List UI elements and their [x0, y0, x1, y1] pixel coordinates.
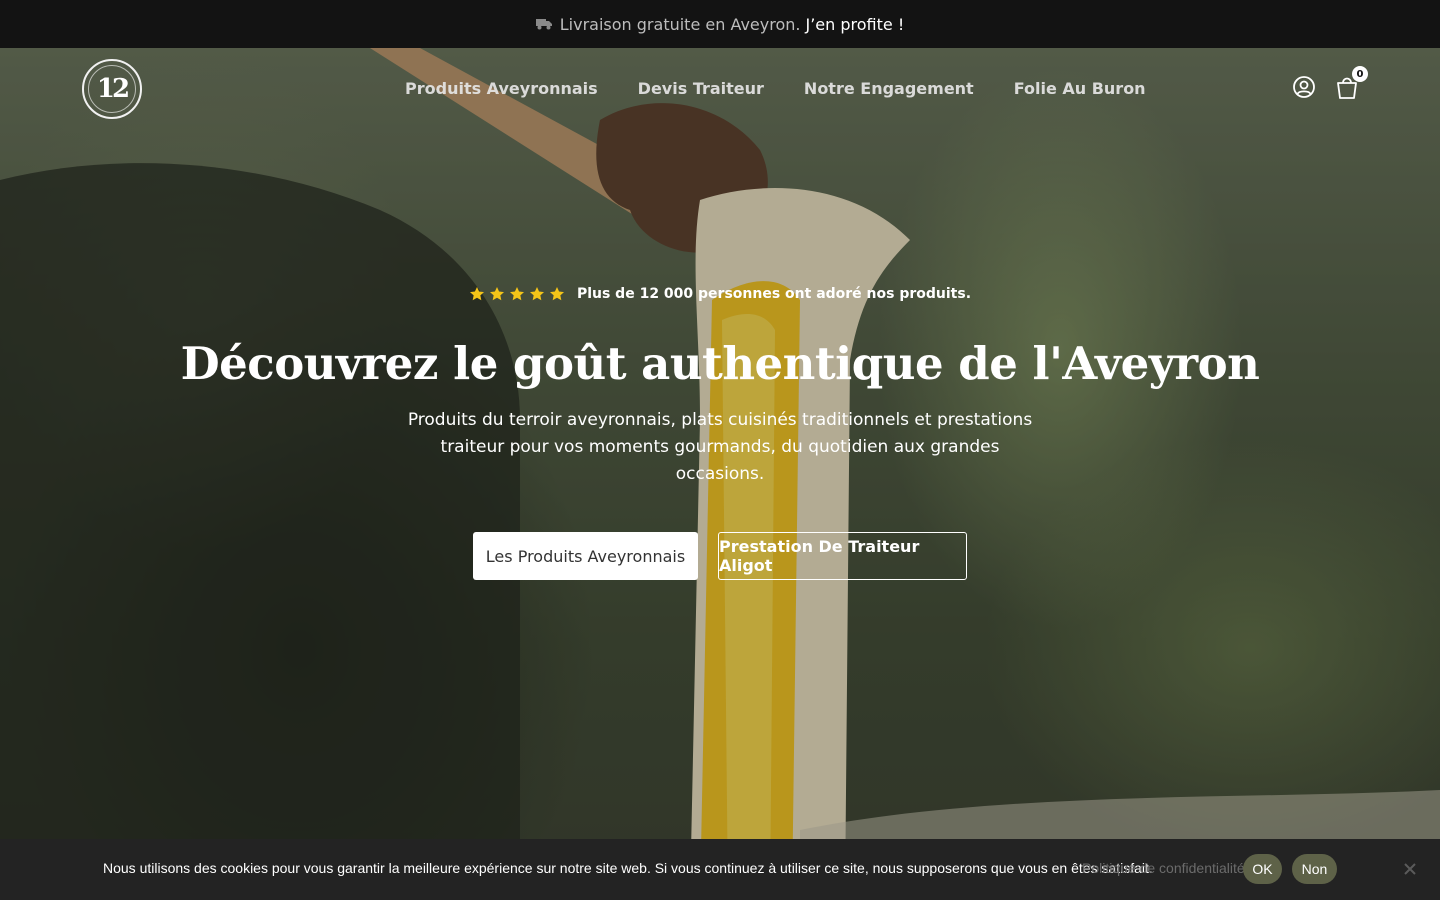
hero-subtitle-line: traiteur pour vos moments gourmands, du … — [440, 437, 1000, 457]
nav-item-folie-au-buron[interactable]: Folie Au Buron — [1014, 78, 1146, 100]
logo-text: 12 — [96, 74, 130, 104]
star-icon — [469, 287, 484, 301]
main-nav: Produits Aveyronnais Devis Traiteur Notr… — [405, 78, 1146, 100]
cookie-banner: Nous utilisons des cookies pour vous gar… — [0, 839, 1440, 900]
close-icon[interactable] — [1402, 861, 1418, 877]
hero-subtitle: Produits du terroir aveyronnais, plats c… — [400, 407, 1040, 488]
announcement-text: Livraison gratuite en Aveyron. — [559, 14, 801, 34]
nav-item-produits-aveyronnais[interactable]: Produits Aveyronnais — [405, 78, 598, 100]
produits-aveyronnais-button[interactable]: Les Produits Aveyronnais — [473, 532, 698, 580]
rating-text: Plus de 12 000 personnes ont adoré nos p… — [576, 286, 972, 302]
traiteur-aligot-button[interactable]: Prestation De Traiteur Aligot — [718, 532, 967, 580]
star-icon — [489, 287, 504, 301]
cart-count-badge: 0 — [1352, 66, 1368, 82]
truck-icon — [535, 19, 552, 30]
star-icon — [529, 287, 544, 301]
star-icon — [549, 287, 564, 301]
hero-title: Découvrez le goût authentique de l'Aveyr… — [180, 337, 1260, 390]
cookie-text: Nous utilisons des cookies pour vous gar… — [103, 860, 1153, 876]
privacy-policy-link[interactable]: Politique de confidentialité — [1082, 860, 1245, 876]
site-logo[interactable]: 12 — [82, 59, 142, 119]
user-icon[interactable] — [1292, 75, 1316, 99]
hero-subtitle-line: Produits du terroir aveyronnais, plats c… — [407, 410, 1033, 430]
star-icon — [509, 287, 524, 301]
nav-item-notre-engagement[interactable]: Notre Engagement — [804, 78, 974, 100]
rating-stars — [469, 286, 565, 302]
cookie-accept-button[interactable]: OK — [1243, 854, 1282, 884]
cookie-decline-button[interactable]: Non — [1292, 854, 1337, 884]
rating-row: Plus de 12 000 personnes ont adoré nos p… — [0, 286, 1440, 302]
hero-subtitle-line: occasions. — [675, 464, 765, 484]
announcement-bar: Livraison gratuite en Aveyron. J’en prof… — [0, 0, 1440, 48]
nav-item-devis-traiteur[interactable]: Devis Traiteur — [638, 78, 764, 100]
announcement-link[interactable]: J’en profite ! — [805, 15, 904, 34]
